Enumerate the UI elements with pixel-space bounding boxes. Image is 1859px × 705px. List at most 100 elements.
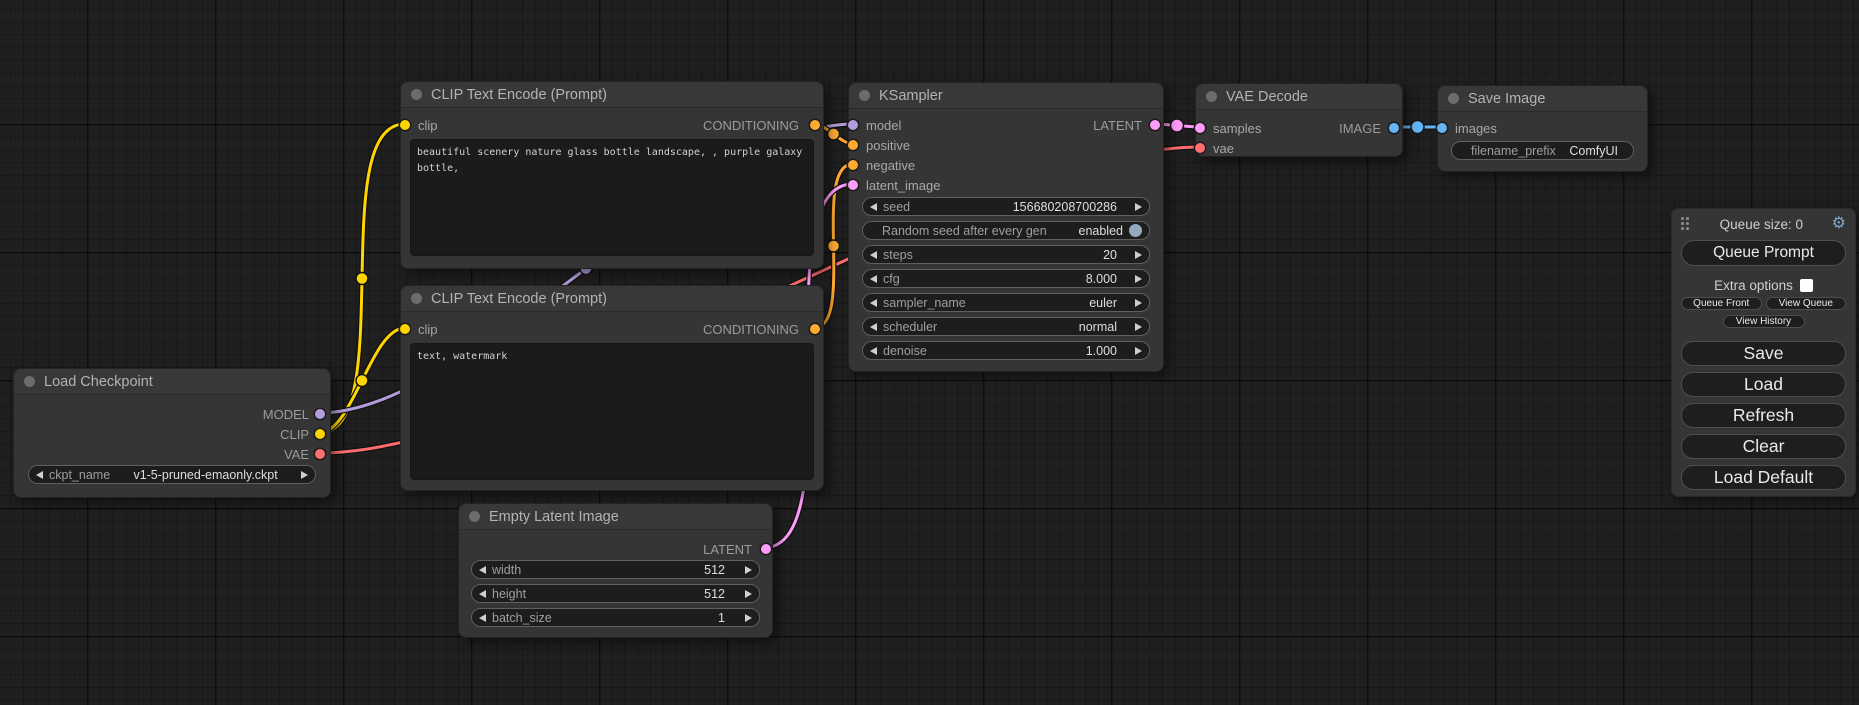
drag-handle-icon[interactable] bbox=[1681, 217, 1691, 231]
scheduler-widget[interactable]: scheduler normal bbox=[862, 317, 1150, 336]
widget-label: batch_size bbox=[492, 611, 552, 625]
node-title-bar[interactable]: Load Checkpoint bbox=[14, 369, 330, 395]
ckpt-name-widget[interactable]: ckpt_name v1-5-pruned-emaonly.ckpt bbox=[28, 465, 316, 484]
input-label-negative: negative bbox=[866, 159, 915, 172]
node-clip-text-encode-negative[interactable]: CLIP Text Encode (Prompt) clip CONDITION… bbox=[400, 285, 824, 491]
node-title-bar[interactable]: Save Image bbox=[1438, 86, 1647, 112]
input-port-positive[interactable] bbox=[848, 140, 858, 150]
batch-size-widget[interactable]: batch_size 1 bbox=[471, 608, 760, 627]
collapse-dot-icon[interactable] bbox=[24, 376, 35, 387]
output-label-conditioning: CONDITIONING bbox=[703, 119, 799, 132]
widget-value: euler bbox=[1089, 296, 1117, 310]
output-port-image[interactable] bbox=[1389, 123, 1399, 133]
node-title-bar[interactable]: VAE Decode bbox=[1196, 84, 1402, 110]
output-port-latent[interactable] bbox=[761, 544, 771, 554]
node-title-bar[interactable]: Empty Latent Image bbox=[459, 504, 772, 530]
steps-widget[interactable]: steps 20 bbox=[862, 245, 1150, 264]
output-port-clip[interactable] bbox=[315, 429, 325, 439]
increment-arrow-icon[interactable] bbox=[1135, 347, 1142, 355]
decrement-arrow-icon[interactable] bbox=[870, 251, 877, 259]
node-clip-text-encode-positive[interactable]: CLIP Text Encode (Prompt) clip CONDITION… bbox=[400, 81, 824, 269]
decrement-arrow-icon[interactable] bbox=[479, 590, 486, 598]
output-port-latent[interactable] bbox=[1150, 120, 1160, 130]
decrement-arrow-icon[interactable] bbox=[479, 566, 486, 574]
collapse-dot-icon[interactable] bbox=[411, 293, 422, 304]
increment-arrow-icon[interactable] bbox=[1135, 203, 1142, 211]
input-port-latent-image[interactable] bbox=[848, 180, 858, 190]
prev-arrow-icon[interactable] bbox=[870, 299, 877, 307]
input-label-clip: clip bbox=[418, 323, 438, 336]
node-title-bar[interactable]: KSampler bbox=[849, 83, 1163, 109]
collapse-dot-icon[interactable] bbox=[859, 90, 870, 101]
increment-arrow-icon[interactable] bbox=[1135, 275, 1142, 283]
next-arrow-icon[interactable] bbox=[301, 471, 308, 479]
cfg-widget[interactable]: cfg 8.000 bbox=[862, 269, 1150, 288]
input-port-negative[interactable] bbox=[848, 160, 858, 170]
height-widget[interactable]: height 512 bbox=[471, 584, 760, 603]
toggle-knob-icon[interactable] bbox=[1129, 224, 1142, 237]
input-port-clip[interactable] bbox=[400, 120, 410, 130]
decrement-arrow-icon[interactable] bbox=[870, 275, 877, 283]
widget-label: seed bbox=[883, 200, 910, 214]
sampler-name-widget[interactable]: sampler_name euler bbox=[862, 293, 1150, 312]
decrement-arrow-icon[interactable] bbox=[870, 347, 877, 355]
node-load-checkpoint[interactable]: Load Checkpoint MODEL CLIP VAE ckpt_name… bbox=[13, 368, 331, 498]
clear-button[interactable]: Clear bbox=[1681, 434, 1846, 459]
collapse-dot-icon[interactable] bbox=[411, 89, 422, 100]
load-button[interactable]: Load bbox=[1681, 372, 1846, 397]
node-vae-decode[interactable]: VAE Decode samples vae IMAGE bbox=[1195, 83, 1403, 157]
input-port-vae[interactable] bbox=[1195, 143, 1205, 153]
output-port-conditioning[interactable] bbox=[810, 324, 820, 334]
decrement-arrow-icon[interactable] bbox=[479, 614, 486, 622]
output-port-model[interactable] bbox=[315, 409, 325, 419]
view-queue-button[interactable]: View Queue bbox=[1766, 297, 1847, 310]
prompt-textarea[interactable]: beautiful scenery nature glass bottle la… bbox=[410, 139, 814, 256]
node-title: Save Image bbox=[1468, 91, 1545, 107]
input-port-clip[interactable] bbox=[400, 324, 410, 334]
input-port-model[interactable] bbox=[848, 120, 858, 130]
collapse-dot-icon[interactable] bbox=[1448, 93, 1459, 104]
increment-arrow-icon[interactable] bbox=[1135, 251, 1142, 259]
decrement-arrow-icon[interactable] bbox=[870, 203, 877, 211]
queue-prompt-button[interactable]: Queue Prompt bbox=[1681, 240, 1846, 266]
widget-label: filename_prefix bbox=[1471, 144, 1556, 158]
node-save-image[interactable]: Save Image images filename_prefix ComfyU… bbox=[1437, 85, 1648, 172]
output-port-vae[interactable] bbox=[315, 449, 325, 459]
prompt-textarea[interactable]: text, watermark bbox=[410, 343, 814, 480]
queue-front-button[interactable]: Queue Front bbox=[1681, 297, 1762, 310]
extra-options-checkbox[interactable] bbox=[1800, 279, 1813, 292]
node-empty-latent-image[interactable]: Empty Latent Image LATENT width 512 heig… bbox=[458, 503, 773, 638]
prev-arrow-icon[interactable] bbox=[36, 471, 43, 479]
input-port-images[interactable] bbox=[1437, 123, 1447, 133]
filename-prefix-widget[interactable]: filename_prefix ComfyUI bbox=[1451, 141, 1634, 160]
increment-arrow-icon[interactable] bbox=[745, 590, 752, 598]
node-graph-canvas[interactable]: CLIP Text Encode (Prompt) clip CONDITION… bbox=[0, 0, 1859, 705]
next-arrow-icon[interactable] bbox=[1135, 323, 1142, 331]
collapse-dot-icon[interactable] bbox=[469, 511, 480, 522]
collapse-dot-icon[interactable] bbox=[1206, 91, 1217, 102]
node-title-bar[interactable]: CLIP Text Encode (Prompt) bbox=[401, 286, 823, 312]
save-button[interactable]: Save bbox=[1681, 341, 1846, 366]
output-label-image: IMAGE bbox=[1339, 122, 1381, 135]
increment-arrow-icon[interactable] bbox=[745, 614, 752, 622]
refresh-button[interactable]: Refresh bbox=[1681, 403, 1846, 428]
denoise-widget[interactable]: denoise 1.000 bbox=[862, 341, 1150, 360]
width-widget[interactable]: width 512 bbox=[471, 560, 760, 579]
node-title: Empty Latent Image bbox=[489, 509, 619, 525]
increment-arrow-icon[interactable] bbox=[745, 566, 752, 574]
prev-arrow-icon[interactable] bbox=[870, 323, 877, 331]
load-default-button[interactable]: Load Default bbox=[1681, 465, 1846, 490]
link-midpoint-dot bbox=[356, 375, 368, 387]
view-history-button[interactable]: View History bbox=[1723, 315, 1805, 328]
gear-icon[interactable]: ⚙ bbox=[1832, 216, 1846, 232]
next-arrow-icon[interactable] bbox=[1135, 299, 1142, 307]
widget-label: Random seed after every gen bbox=[882, 224, 1047, 238]
seed-widget[interactable]: seed 156680208700286 bbox=[862, 197, 1150, 216]
node-ksampler[interactable]: KSampler model positive negative latent_… bbox=[848, 82, 1164, 372]
input-port-samples[interactable] bbox=[1195, 123, 1205, 133]
link-midpoint-dot bbox=[356, 273, 368, 285]
random-seed-toggle-widget[interactable]: Random seed after every gen enabled bbox=[862, 221, 1150, 240]
input-label-model: model bbox=[866, 119, 901, 132]
node-title-bar[interactable]: CLIP Text Encode (Prompt) bbox=[401, 82, 823, 108]
output-port-conditioning[interactable] bbox=[810, 120, 820, 130]
